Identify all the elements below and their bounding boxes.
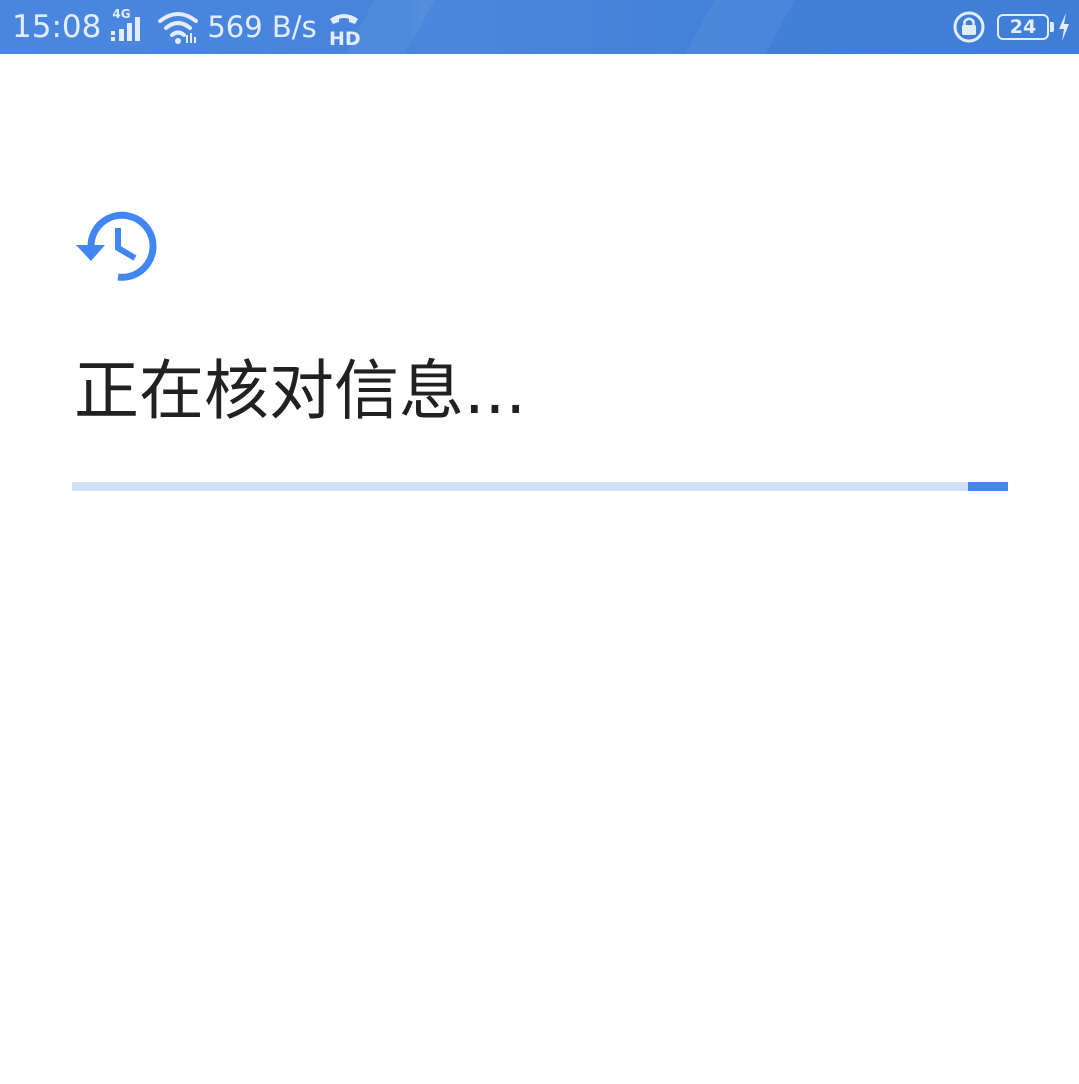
charging-icon — [1059, 13, 1069, 41]
battery-icon: 24 — [997, 14, 1049, 40]
progress-bar — [72, 482, 1008, 491]
status-bar-left: 15:08 4G 569 B/s HD — [12, 0, 361, 54]
svg-text:HD: HD — [329, 28, 361, 47]
network-speed: 569 B/s — [207, 10, 317, 44]
status-bar: 15:08 4G 569 B/s HD 24 — [0, 0, 1079, 54]
wifi-icon — [158, 12, 199, 44]
status-bar-right: 24 — [951, 0, 1071, 54]
hd-call-icon: HD — [329, 14, 361, 47]
page-title: 正在核对信息... — [74, 354, 526, 429]
battery-level: 24 — [1009, 15, 1037, 38]
progress-indicator — [967, 482, 1008, 491]
network-type-label: 4G — [112, 7, 131, 21]
screen: 15:08 4G 569 B/s HD 24 正在核对信息... — [0, 0, 1079, 1084]
signal-icon: 4G — [109, 7, 149, 47]
status-time: 15:08 — [12, 9, 102, 45]
battery-cap — [1050, 22, 1054, 32]
history-icon — [76, 211, 157, 281]
rotation-lock-icon — [953, 11, 985, 43]
